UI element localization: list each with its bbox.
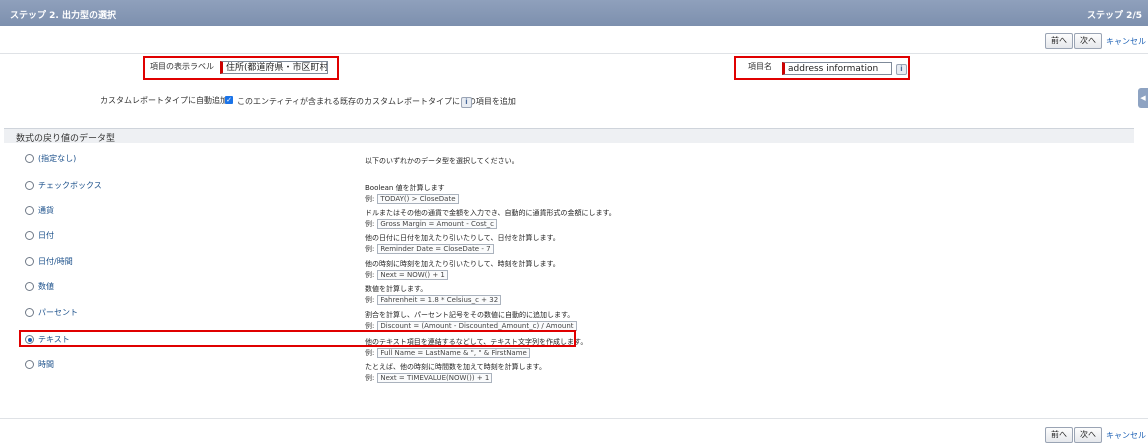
example-prefix: 例:	[365, 322, 375, 330]
type-description: たとえば、他の時刻に時間数を加えて時刻を計算します。	[365, 363, 546, 371]
type-example: 例: Next = NOW() + 1	[365, 270, 448, 280]
type-description: 割合を計算し、パーセント記号をその数値に自動的に追加します。	[365, 311, 575, 319]
type-description: Boolean 値を計算します	[365, 184, 445, 192]
type-label[interactable]: 通貨	[38, 205, 54, 216]
example-code: Reminder Date = CloseDate - 7	[377, 244, 494, 254]
example-code: Fahrenheit = 1.8 * Celsius_c + 32	[377, 295, 502, 305]
divider	[0, 418, 1148, 419]
type-description: 数値を計算します。	[365, 285, 428, 293]
type-example: 例: Full Name = LastName & ", " & FirstNam…	[365, 348, 530, 358]
cancel-link-bottom[interactable]: キャンセル	[1106, 430, 1146, 441]
example-prefix: 例:	[365, 220, 375, 228]
type-example: 例: Next = TIMEVALUE(NOW()) + 1	[365, 373, 493, 383]
info-icon[interactable]: i	[461, 97, 472, 108]
type-radio[interactable]	[25, 257, 34, 266]
example-prefix: 例:	[365, 195, 375, 203]
type-radio[interactable]	[25, 206, 34, 215]
type-example: 例: TODAY() > CloseDate	[365, 194, 459, 204]
field-name-caption: 項目名	[748, 62, 772, 71]
example-code: Full Name = LastName & ", " & FirstName	[377, 348, 530, 358]
example-prefix: 例:	[365, 349, 375, 357]
type-radio[interactable]	[25, 181, 34, 190]
info-icon[interactable]: i	[896, 64, 907, 75]
type-description: ドルまたはその他の通貨で金額を入力でき、自動的に通貨形式の金額にします。	[365, 209, 616, 217]
example-code: TODAY() > CloseDate	[377, 194, 459, 204]
auto-add-text: このエンティティが含まれる既存のカスタムレポートタイプにこの項目を追加	[237, 97, 516, 106]
prev-button-top[interactable]: 前へ	[1045, 33, 1073, 49]
highlight-text-type	[19, 330, 576, 347]
example-prefix: 例:	[365, 271, 375, 279]
type-label[interactable]: パーセント	[38, 307, 78, 318]
example-prefix: 例:	[365, 245, 375, 253]
example-prefix: 例:	[365, 296, 375, 304]
next-button-top[interactable]: 次へ	[1074, 33, 1102, 49]
type-label[interactable]: 日付/時間	[38, 256, 73, 267]
example-code: Gross Margin = Amount - Cost_c	[377, 219, 497, 229]
type-description: 他の時刻に時刻を加えたり引いたりして、時刻を計算します。	[365, 260, 560, 268]
type-label[interactable]: 数値	[38, 281, 54, 292]
page-title: ステップ 2. 出力型の選択	[10, 11, 116, 21]
field-label-input[interactable]: 住所(都道府県・市区町村	[220, 61, 328, 74]
type-radio[interactable]	[25, 308, 34, 317]
cancel-link-top[interactable]: キャンセル	[1106, 36, 1146, 47]
section-header: 数式の戻り値のデータ型	[4, 128, 1134, 144]
section-title: 数式の戻り値のデータ型	[16, 134, 116, 144]
divider	[0, 53, 1148, 54]
page-header: ステップ 2. 出力型の選択 ステップ 2/5	[0, 0, 1148, 26]
type-radio[interactable]	[25, 282, 34, 291]
type-description: 以下のいずれかのデータ型を選択してください。	[365, 157, 519, 165]
next-button-bottom[interactable]: 次へ	[1074, 427, 1102, 443]
side-collapse-icon[interactable]: ◀	[1138, 88, 1148, 108]
type-label[interactable]: (指定なし)	[38, 153, 76, 164]
prev-button-bottom[interactable]: 前へ	[1045, 427, 1073, 443]
field-name-input[interactable]: address information	[782, 62, 892, 75]
auto-add-caption: カスタムレポートタイプに自動追加	[100, 96, 228, 105]
field-label-caption: 項目の表示ラベル	[150, 62, 214, 71]
type-example: 例: Gross Margin = Amount - Cost_c	[365, 219, 497, 229]
example-prefix: 例:	[365, 374, 375, 382]
example-code: Next = TIMEVALUE(NOW()) + 1	[377, 373, 493, 383]
type-radio[interactable]	[25, 231, 34, 240]
type-label[interactable]: 日付	[38, 230, 54, 241]
type-radio[interactable]	[25, 360, 34, 369]
auto-add-checkbox[interactable]: ✓	[225, 96, 233, 104]
type-label[interactable]: チェックボックス	[38, 180, 102, 191]
type-radio[interactable]	[25, 154, 34, 163]
type-label[interactable]: 時間	[38, 359, 54, 370]
type-description: 他の日付に日付を加えたり引いたりして、日付を計算します。	[365, 234, 560, 242]
example-code: Next = NOW() + 1	[377, 270, 448, 280]
type-example: 例: Reminder Date = CloseDate - 7	[365, 244, 494, 254]
step-indicator: ステップ 2/5	[1087, 11, 1142, 21]
type-example: 例: Fahrenheit = 1.8 * Celsius_c + 32	[365, 295, 502, 305]
